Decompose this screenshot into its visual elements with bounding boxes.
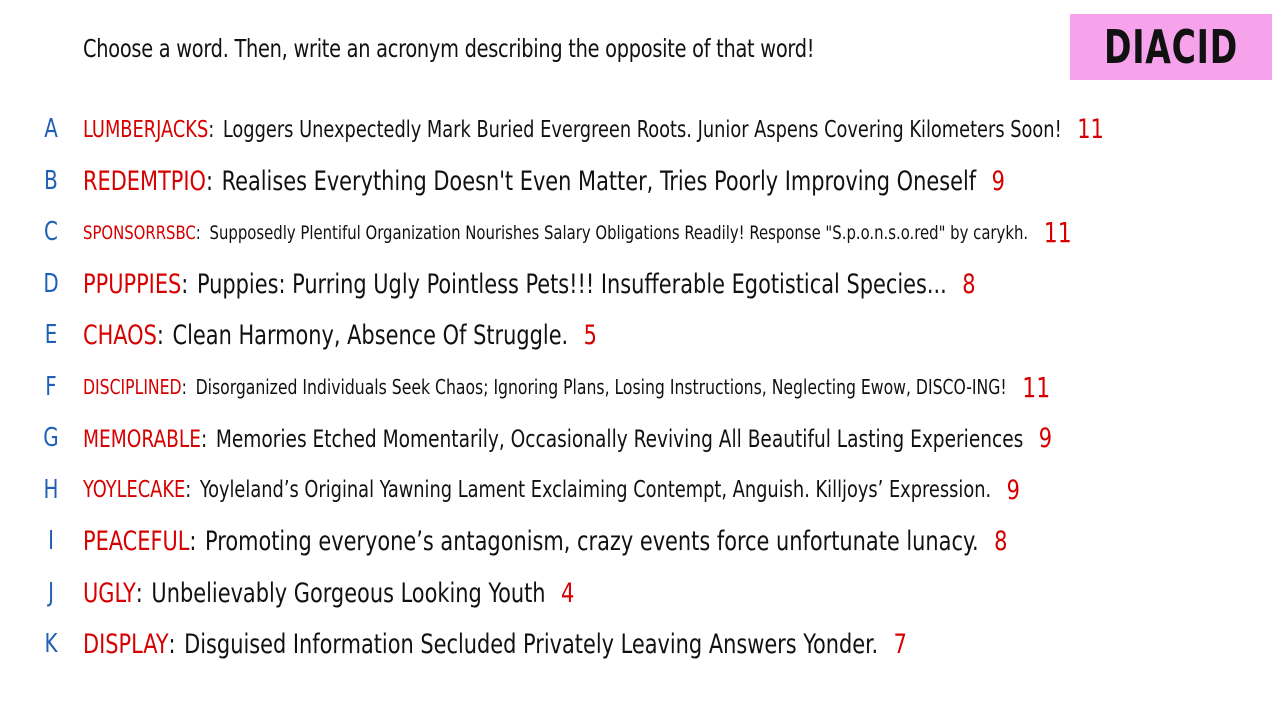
entry-line: CHAOS: Clean Harmony, Absence Of Struggle… bbox=[83, 310, 597, 361]
entry-count: 8 bbox=[994, 526, 1008, 557]
entry-letter: D bbox=[43, 268, 59, 299]
entry-acronym: Promoting everyone’s antagonism, crazy e… bbox=[205, 526, 979, 557]
entry-i: I PEACEFUL: Promoting everyone’s antagoni… bbox=[0, 516, 1280, 567]
entry-line: SPONSORRSBC: Supposedly Plentiful Organiz… bbox=[83, 207, 1072, 258]
entry-word: REDEMTPIO bbox=[83, 165, 206, 197]
entry-letter: I bbox=[48, 526, 54, 556]
entry-colon: : bbox=[181, 375, 187, 399]
entry-k: K DISPLAY: Disguised Information Secluded… bbox=[0, 619, 1280, 670]
entry-word: PEACEFUL bbox=[83, 526, 190, 557]
entry-acronym: Disguised Information Secluded Privately… bbox=[184, 629, 879, 660]
entry-acronym: Memories Etched Momentarily, Occasionall… bbox=[215, 424, 1024, 453]
entry-acronym: Disorganized Individuals Seek Chaos; Ign… bbox=[195, 375, 1007, 399]
entry-word: MEMORABLE bbox=[83, 424, 201, 453]
entry-count: 11 bbox=[1043, 216, 1072, 249]
entry-letter: F bbox=[45, 371, 57, 402]
entry-f: F DISCIPLINED: Disorganized Individuals S… bbox=[0, 362, 1280, 413]
entry-word: CHAOS bbox=[83, 320, 157, 351]
entry-count: 4 bbox=[561, 577, 575, 609]
entry-colon: : bbox=[200, 424, 208, 453]
entry-letter: B bbox=[44, 165, 58, 196]
entry-line: DISPLAY: Disguised Information Secluded P… bbox=[83, 619, 907, 670]
entry-letter: E bbox=[44, 320, 58, 350]
entry-line: DISCIPLINED: Disorganized Individuals See… bbox=[83, 362, 1050, 413]
entry-acronym: Clean Harmony, Absence Of Struggle. bbox=[172, 320, 569, 351]
entry-colon: : bbox=[185, 477, 192, 503]
entry-count: 7 bbox=[893, 629, 907, 660]
entry-count: 5 bbox=[583, 320, 597, 351]
entry-letter: K bbox=[44, 629, 58, 659]
entry-acronym: Supposedly Plentiful Organization Nouris… bbox=[209, 221, 1029, 244]
title-text: DIACID bbox=[1104, 20, 1238, 74]
entry-acronym: Realises Everything Doesn't Even Matter,… bbox=[221, 165, 977, 197]
entry-word: LUMBERJACKS bbox=[83, 116, 209, 143]
entry-acronym: Loggers Unexpectedly Mark Buried Evergre… bbox=[222, 116, 1062, 143]
entry-line: REDEMTPIO: Realises Everything Doesn't Ev… bbox=[83, 156, 1005, 207]
prompt-text: Choose a word. Then, write an acronym de… bbox=[83, 34, 815, 63]
entry-colon: : bbox=[181, 268, 189, 300]
entry-j: J UGLY: Unbelievably Gorgeous Looking You… bbox=[0, 568, 1280, 619]
entry-count: 9 bbox=[1038, 423, 1053, 454]
entry-acronym: Puppies: Purring Ugly Pointless Pets!!! … bbox=[196, 268, 947, 300]
entry-colon: : bbox=[205, 165, 214, 197]
entry-count: 8 bbox=[962, 268, 976, 300]
entry-e: E CHAOS: Clean Harmony, Absence Of Strugg… bbox=[0, 310, 1280, 361]
entry-h: H YOYLECAKE: Yoyleland’s Original Yawning… bbox=[0, 465, 1280, 516]
entry-colon: : bbox=[135, 577, 143, 609]
entry-acronym: Yoyleland’s Original Yawning Lament Excl… bbox=[199, 477, 992, 503]
entry-letter: J bbox=[48, 577, 54, 608]
entry-count: 9 bbox=[1006, 474, 1020, 506]
entry-count: 11 bbox=[1077, 114, 1104, 145]
entry-g: G MEMORABLE: Memories Etched Momentarily,… bbox=[0, 413, 1280, 464]
entry-count: 9 bbox=[991, 165, 1005, 197]
entry-word: DISCIPLINED bbox=[83, 375, 182, 399]
entry-colon: : bbox=[208, 116, 215, 143]
entry-a: A LUMBERJACKS: Loggers Unexpectedly Mark … bbox=[0, 104, 1280, 155]
entry-line: YOYLECAKE: Yoyleland’s Original Yawning L… bbox=[83, 465, 1020, 516]
entry-letter: C bbox=[44, 217, 58, 247]
entry-letter: H bbox=[43, 474, 59, 505]
entry-b: B REDEMTPIO: Realises Everything Doesn't … bbox=[0, 156, 1280, 207]
entry-line: UGLY: Unbelievably Gorgeous Looking Youth… bbox=[83, 568, 574, 619]
entry-word: UGLY bbox=[83, 577, 136, 609]
entry-d: D PPUPPIES: Puppies: Purring Ugly Pointle… bbox=[0, 259, 1280, 310]
entry-colon: : bbox=[156, 320, 164, 351]
entry-line: PPUPPIES: Puppies: Purring Ugly Pointless… bbox=[83, 259, 976, 310]
entry-count: 11 bbox=[1022, 370, 1051, 404]
entry-line: MEMORABLE: Memories Etched Momentarily, O… bbox=[83, 413, 1052, 464]
entry-word: YOYLECAKE bbox=[83, 477, 186, 503]
entry-colon: : bbox=[195, 221, 201, 244]
entry-colon: : bbox=[168, 629, 176, 660]
entry-line: LUMBERJACKS: Loggers Unexpectedly Mark Bu… bbox=[83, 104, 1104, 155]
entry-line: PEACEFUL: Promoting everyone’s antagonism… bbox=[83, 516, 1007, 567]
entry-acronym: Unbelievably Gorgeous Looking Youth bbox=[151, 577, 546, 609]
entry-word: SPONSORRSBC bbox=[83, 221, 196, 244]
title-box: DIACID bbox=[1070, 14, 1272, 80]
entry-word: PPUPPIES bbox=[83, 268, 182, 300]
entry-letter: A bbox=[44, 114, 58, 144]
entry-c: C SPONSORRSBC: Supposedly Plentiful Organ… bbox=[0, 207, 1280, 258]
entry-word: DISPLAY bbox=[83, 629, 169, 660]
entry-colon: : bbox=[189, 526, 197, 557]
entry-letter: G bbox=[43, 423, 59, 453]
